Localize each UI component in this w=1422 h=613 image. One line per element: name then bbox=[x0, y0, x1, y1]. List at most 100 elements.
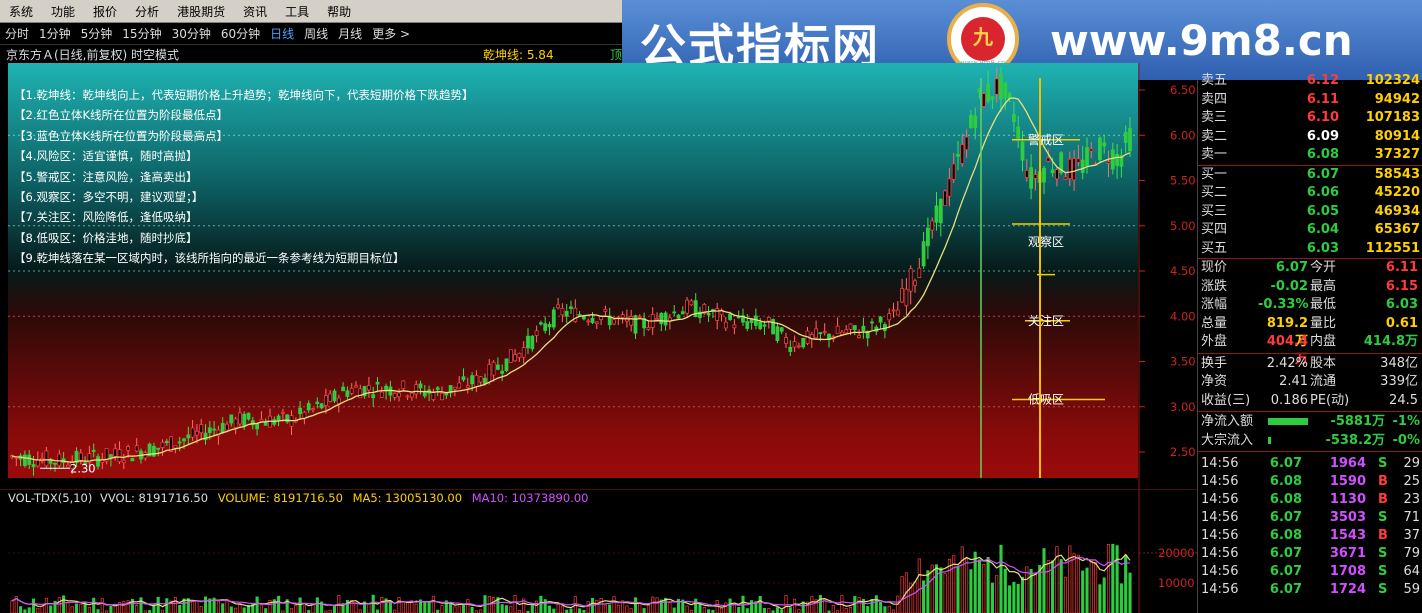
volume-bar bbox=[737, 607, 741, 613]
candle-body bbox=[298, 407, 303, 414]
tick-row[interactable]: 14:56 6.07 1724 S 59 bbox=[1198, 581, 1422, 599]
order-book-buy-row[interactable]: 买一 6.07 58543 bbox=[1198, 166, 1422, 184]
volume-chart[interactable]: 20000 10000 bbox=[0, 490, 1197, 613]
indicator-label: 乾坤线: 5.84 bbox=[483, 47, 554, 62]
candle-body bbox=[422, 391, 427, 397]
order-book-buy-row[interactable]: 买四 6.04 65367 bbox=[1198, 221, 1422, 239]
candle-body bbox=[57, 453, 62, 467]
volume-bar bbox=[960, 546, 964, 613]
period-tab[interactable]: 1分钟 bbox=[34, 25, 76, 42]
tick-row[interactable]: 14:56 6.08 1590 B 25 bbox=[1198, 473, 1422, 491]
volume-bar bbox=[203, 596, 208, 613]
volume-bar bbox=[612, 596, 616, 613]
volume-bar bbox=[509, 606, 513, 613]
order-volume: 45220 bbox=[1374, 185, 1420, 200]
tick-price: 6.07 bbox=[1269, 456, 1302, 471]
volume-bar bbox=[264, 608, 268, 613]
menu-item[interactable]: 功能 bbox=[42, 3, 84, 20]
tick-row[interactable]: 14:56 6.08 1130 B 23 bbox=[1198, 491, 1422, 509]
volume-bar bbox=[44, 597, 48, 613]
volume-bar bbox=[694, 598, 698, 613]
period-tab[interactable]: 15分钟 bbox=[117, 25, 166, 42]
order-book-buy-row[interactable]: 买二 6.06 45220 bbox=[1198, 184, 1422, 202]
quote-stat-row[interactable]: 现价 6.07 今开 6.11 bbox=[1198, 259, 1422, 277]
period-tab[interactable]: 日线 bbox=[265, 25, 299, 42]
menu-item[interactable]: 港股期货 bbox=[168, 3, 234, 20]
volume-bar bbox=[1124, 554, 1128, 613]
candle-body bbox=[452, 386, 457, 390]
volume-bar bbox=[969, 569, 973, 613]
candle-body bbox=[22, 454, 27, 466]
order-book-buy-row[interactable]: 买五 6.03 112551 bbox=[1198, 240, 1422, 258]
period-tab[interactable]: 分时 bbox=[0, 25, 34, 42]
tick-row[interactable]: 14:56 6.07 1708 S 64 bbox=[1198, 563, 1422, 581]
period-tab[interactable]: 30分钟 bbox=[167, 25, 216, 42]
volume-bar bbox=[986, 556, 990, 613]
order-book-sell-row[interactable]: 卖一 6.08 37327 bbox=[1198, 146, 1422, 164]
fundamental-row[interactable]: 收益(三) 0.186 PE(动) 24.5 bbox=[1198, 392, 1422, 410]
candle-body bbox=[156, 447, 161, 450]
menu-item[interactable]: 分析 bbox=[126, 3, 168, 20]
menu-item[interactable]: 资讯 bbox=[234, 3, 276, 20]
divider bbox=[1198, 411, 1422, 412]
fund-flow-row[interactable]: 净流入额 -5881万 -1% bbox=[1198, 413, 1422, 431]
tick-price: 6.07 bbox=[1269, 564, 1302, 579]
zone-label: 观察区 bbox=[1028, 235, 1064, 249]
order-book-sell-row[interactable]: 卖二 6.09 80914 bbox=[1198, 128, 1422, 146]
chart-title: 京东方Ａ(日线,前复权) 时空模式 bbox=[6, 47, 179, 62]
candle-body bbox=[1046, 157, 1051, 162]
period-tab[interactable]: 月线 bbox=[333, 25, 367, 42]
candle-body bbox=[1063, 176, 1068, 180]
volume-bar bbox=[401, 601, 405, 613]
tick-row[interactable]: 14:56 6.07 3671 S 79 bbox=[1198, 545, 1422, 563]
volume-bar bbox=[1076, 554, 1080, 613]
volume-bar bbox=[294, 605, 298, 613]
order-book-sell-row[interactable]: 卖五 6.12 102324 bbox=[1198, 72, 1422, 90]
stat-value: 6.07 bbox=[1275, 260, 1308, 275]
fund-flow-row[interactable]: 大宗流入 -538.2万 -0% bbox=[1198, 432, 1422, 450]
candle-body bbox=[1080, 159, 1085, 173]
order-book-buy-row[interactable]: 买三 6.05 46934 bbox=[1198, 203, 1422, 221]
period-tab[interactable]: 更多 > bbox=[367, 25, 415, 42]
vol-ma5: MA5: 13005130.00 bbox=[352, 491, 463, 505]
fund-label: PE(动) bbox=[1310, 392, 1350, 408]
candle-body bbox=[66, 464, 70, 468]
volume-bar bbox=[216, 600, 220, 613]
period-tab[interactable]: 60分钟 bbox=[216, 25, 265, 42]
fundamental-row[interactable]: 换手 2.42% 股本 348亿 bbox=[1198, 355, 1422, 373]
quote-stat-row[interactable]: 总量 819.2万 量比 0.61 bbox=[1198, 315, 1422, 349]
tick-row[interactable]: 14:56 6.07 3503 S 71 bbox=[1198, 509, 1422, 527]
candle-body bbox=[44, 450, 49, 467]
fundamental-row[interactable]: 净资 2.41 流通 339亿 bbox=[1198, 373, 1422, 391]
volume-bar bbox=[913, 581, 917, 613]
tick-row[interactable]: 14:56 6.07 1964 S 29 bbox=[1198, 455, 1422, 473]
menu-item[interactable]: 工具 bbox=[276, 3, 318, 20]
tick-volume: 1130 bbox=[1329, 492, 1366, 507]
candle-body bbox=[242, 413, 247, 427]
candle-body bbox=[1055, 169, 1059, 180]
flow-bar bbox=[1268, 418, 1308, 425]
tick-row[interactable]: 14:56 6.08 1543 B 37 bbox=[1198, 527, 1422, 545]
divider bbox=[1198, 352, 1422, 354]
tick-side: B bbox=[1378, 492, 1388, 507]
volume-bar bbox=[504, 605, 509, 613]
menu-item[interactable]: 帮助 bbox=[318, 3, 360, 20]
tick-side: S bbox=[1378, 564, 1388, 579]
candle-body bbox=[160, 441, 165, 448]
tick-time: 14:56 bbox=[1201, 474, 1239, 489]
candle-body bbox=[328, 393, 333, 402]
volume-bar bbox=[440, 605, 444, 613]
menu-item[interactable]: 报价 bbox=[84, 3, 126, 20]
quote-stat-row[interactable]: 涨幅 -0.33% 最低 6.03 bbox=[1198, 296, 1422, 314]
order-book-sell-row[interactable]: 卖三 6.10 107183 bbox=[1198, 109, 1422, 127]
order-book-sell-row[interactable]: 卖四 6.11 94942 bbox=[1198, 91, 1422, 109]
menu-item[interactable]: 系统 bbox=[0, 3, 42, 20]
quote-stat-row[interactable]: 外盘 404.4万 内盘 414.8万 bbox=[1198, 333, 1422, 367]
volume-bar bbox=[406, 601, 410, 613]
volume-bar bbox=[569, 608, 573, 613]
period-tab[interactable]: 5分钟 bbox=[76, 25, 118, 42]
quote-stat-row[interactable]: 涨跌 -0.02 最高 6.15 bbox=[1198, 278, 1422, 296]
volume-bar bbox=[96, 609, 100, 613]
period-tab[interactable]: 周线 bbox=[299, 25, 333, 42]
candle-body bbox=[835, 325, 840, 334]
